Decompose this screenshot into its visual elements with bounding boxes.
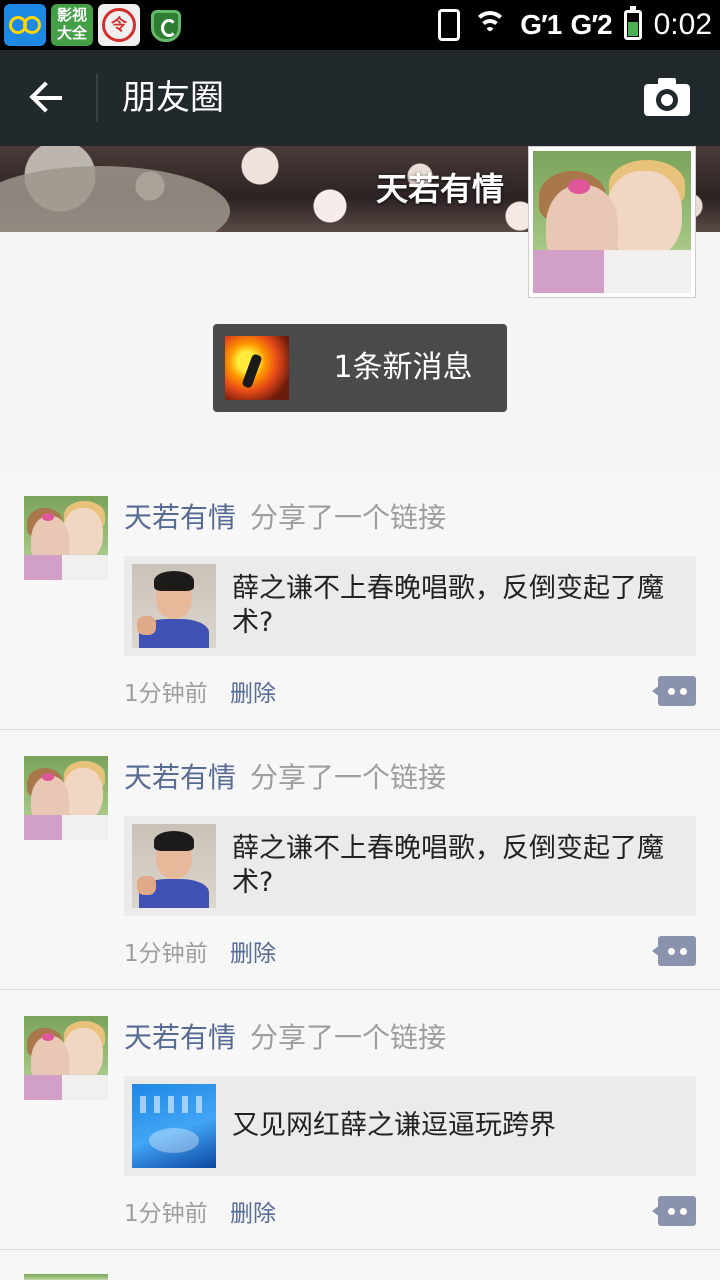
post-time: 1分钟前 — [124, 941, 208, 967]
post-time: 1分钟前 — [124, 681, 208, 707]
post-header: 天若有情 分享了一个链接 — [124, 756, 446, 800]
status-bar: 影视大全 令 G′1 G′2 0:02 — [0, 0, 720, 50]
yingshi-daquan-app-icon: 影视大全 — [51, 4, 93, 46]
action-bar: 朋友圈 — [0, 50, 720, 146]
delete-link[interactable]: 删除 — [230, 1194, 276, 1228]
notification-text: 1条新消息 — [333, 350, 473, 385]
post-header: 天若有情 分享了一个链接 — [124, 496, 446, 540]
status-time: 0:02 — [653, 8, 712, 41]
post-author[interactable]: 天若有情 — [124, 761, 236, 794]
shared-link-card[interactable]: 又见网红薛之谦逗逼玩跨界 — [124, 1076, 696, 1176]
avatar[interactable] — [24, 1274, 108, 1280]
post-header: 天若有情 分享了一个链接 — [124, 1016, 446, 1060]
comment-icon[interactable] — [652, 1196, 696, 1226]
post-action: 分享了一个链接 — [250, 761, 447, 794]
notification-thumbnail — [225, 336, 289, 400]
link-title: 薛之谦不上春晚唱歌，反倒变起了魔术? — [232, 833, 664, 898]
shared-link-card[interactable]: 薛之谦不上春晚唱歌，反倒变起了魔术? — [124, 816, 696, 916]
link-thumbnail — [132, 824, 216, 908]
cover-avatar[interactable] — [528, 146, 696, 298]
link-title: 又见网红薛之谦逗逼玩跨界 — [232, 1110, 556, 1141]
post-author[interactable]: 天若有情 — [124, 501, 236, 534]
action-bar-divider — [96, 74, 98, 122]
post-time: 1分钟前 — [124, 1201, 208, 1227]
vibrate-icon — [438, 9, 461, 41]
delete-link[interactable]: 删除 — [230, 674, 276, 708]
yingshi-daquan-label: 影视大全 — [56, 6, 87, 42]
infinity-app-icon — [4, 4, 46, 46]
avatar[interactable] — [24, 496, 108, 580]
delete-link[interactable]: 删除 — [230, 934, 276, 968]
avatar[interactable] — [24, 1016, 108, 1100]
cover-user-name[interactable]: 天若有情 — [376, 164, 504, 210]
feed-post: 天若有情 分享了一个链接 薛之谦不上春晚唱歌，反倒变起了魔术? 1分钟前 删除 — [0, 470, 720, 730]
post-action: 分享了一个链接 — [250, 1021, 447, 1054]
link-thumbnail — [132, 564, 216, 648]
ling-app-icon: 令 — [98, 4, 140, 46]
avatar[interactable] — [24, 756, 108, 840]
feed-post: 天若有情 分享了一个链接 薛之谦不上春晚唱歌，反倒变起了魔术? 1分钟前 删除 — [0, 730, 720, 990]
battery-icon — [623, 6, 642, 40]
post-author[interactable]: 天若有情 — [124, 1021, 236, 1054]
comment-icon[interactable] — [652, 936, 696, 966]
link-title: 薛之谦不上春晚唱歌，反倒变起了魔术? — [232, 573, 664, 638]
post-action: 分享了一个链接 — [250, 501, 447, 534]
wifi-icon — [472, 11, 508, 39]
feed-post: 天若有情 分享了一个链接 又见网红薛之谦逗逼玩跨界 1分钟前 删除 — [0, 990, 720, 1250]
page-title: 朋友圈 — [122, 78, 224, 118]
shared-link-card[interactable]: 薛之谦不上春晚唱歌，反倒变起了魔术? — [124, 556, 696, 656]
ling-label: 令 — [110, 15, 127, 34]
green-shield-app-icon — [147, 4, 189, 46]
camera-icon[interactable] — [644, 76, 690, 116]
arrow-left-icon[interactable] — [24, 74, 72, 122]
feed-post-partial — [0, 1250, 720, 1280]
signal-icon: G′1 G′2 — [520, 9, 612, 40]
link-thumbnail — [132, 1084, 216, 1168]
moments-feed: 天若有情 分享了一个链接 薛之谦不上春晚唱歌，反倒变起了魔术? 1分钟前 删除 天… — [0, 470, 720, 1250]
new-message-notification[interactable]: 1条新消息 — [213, 324, 507, 412]
comment-icon[interactable] — [652, 676, 696, 706]
